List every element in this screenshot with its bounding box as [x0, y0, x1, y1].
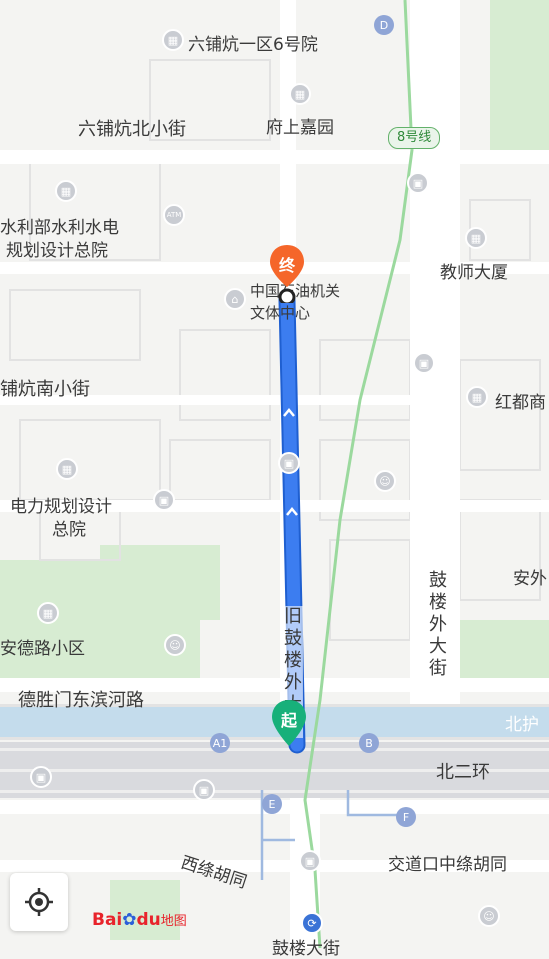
metro-exit-a1[interactable]: A1 — [210, 733, 230, 753]
bus-stop-icon[interactable]: ▣ — [193, 779, 215, 801]
residence-icon: ▦ — [37, 602, 59, 624]
paw-icon: ✿ — [122, 910, 137, 930]
canal-label: 北护 — [505, 715, 539, 735]
building-icon: ▦ — [56, 458, 78, 480]
building-icon: ▦ — [466, 386, 488, 408]
end-marker-label: 终 — [278, 256, 295, 275]
locate-me-button[interactable] — [10, 873, 68, 931]
building-icon: ▦ — [55, 180, 77, 202]
end-marker[interactable]: 终 — [267, 243, 307, 306]
place-label: 文体中心 — [250, 304, 311, 322]
metro-exit-b[interactable]: B — [359, 733, 379, 753]
bus-stop-icon[interactable]: ▣ — [30, 766, 52, 788]
residence-icon: ▦ — [289, 83, 311, 105]
road-label-beierhuan: 北二环 — [436, 762, 490, 783]
metro-line-badge[interactable]: 8号线 — [388, 127, 441, 149]
metro-exit-d[interactable]: D — [374, 15, 394, 35]
start-marker-label: 起 — [280, 711, 297, 730]
atm-icon: ATM — [163, 204, 185, 226]
bus-stop-icon[interactable]: ▣ — [153, 489, 175, 511]
metro-exit-e[interactable]: E — [262, 794, 282, 814]
place-label: 安德路小区 — [0, 639, 85, 659]
bus-stop-icon[interactable]: ▣ — [278, 452, 300, 474]
place-label: 府上嘉园 — [266, 118, 334, 138]
place-label: 水利部水利水电 — [0, 218, 119, 238]
logo-text-ditu: 地图 — [160, 914, 187, 929]
start-marker[interactable]: 起 — [269, 698, 309, 750]
place-label: 安外 — [513, 569, 547, 589]
place-label: 电力规划设计 — [10, 497, 112, 517]
residence-icon: ▦ — [162, 29, 184, 51]
place-label: 规划设计总院 — [6, 241, 108, 261]
metro-exit-f[interactable]: F — [396, 807, 416, 827]
restroom-icon: ☺ — [478, 905, 500, 927]
bus-stop-icon[interactable]: ▣ — [413, 352, 435, 374]
street-label: 德胜门东滨河路 — [18, 690, 144, 711]
logo-text-bai: Bai — [92, 910, 123, 930]
place-label: 鼓楼大街 — [272, 939, 340, 959]
street-label: 铺炕南小街 — [0, 379, 90, 400]
place-label: 总院 — [52, 520, 86, 540]
baidu-map-logo: Bai✿du地图 — [92, 910, 187, 930]
bus-stop-icon[interactable]: ▣ — [407, 172, 429, 194]
building-icon: ▦ — [465, 227, 487, 249]
bus-stop-icon[interactable]: ▣ — [299, 850, 321, 872]
street-label: 交道口中绦胡同 — [388, 855, 507, 875]
road-label-gulou-waidajie: 鼓楼外大街 — [429, 570, 447, 679]
place-label: 红都商 — [495, 393, 546, 413]
restroom-icon: ☺ — [164, 634, 186, 656]
restroom-icon: ☺ — [374, 470, 396, 492]
venue-icon: ⌂ — [224, 288, 246, 310]
logo-text-du: du — [136, 910, 161, 930]
place-label: 教师大厦 — [440, 263, 508, 283]
place-label: 六铺炕一区6号院 — [188, 35, 318, 55]
street-label: 六铺炕北小街 — [78, 119, 186, 140]
metro-station-icon[interactable]: ⟳ — [301, 912, 323, 934]
crosshair-icon — [25, 888, 53, 916]
